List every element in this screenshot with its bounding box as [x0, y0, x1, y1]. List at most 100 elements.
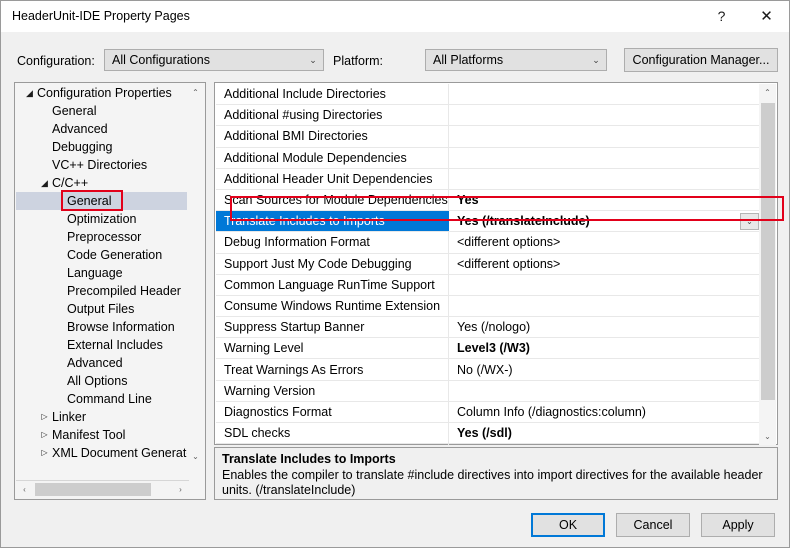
property-value[interactable]: No (/WX-) — [450, 359, 761, 379]
property-name: Additional #using Directories — [216, 105, 449, 126]
property-value[interactable]: <different options> — [450, 254, 761, 274]
tree-item-vc-directories[interactable]: VC++ Directories — [16, 156, 189, 174]
property-value[interactable]: Yes (/nologo) — [450, 317, 761, 337]
scroll-up-icon[interactable]: ⌃ — [187, 84, 204, 101]
configuration-manager-button[interactable]: Configuration Manager... — [624, 48, 778, 72]
property-row[interactable]: Debug Information Format <different optio… — [216, 232, 761, 254]
tree-item-language[interactable]: Language — [16, 264, 189, 282]
property-name: Scan Sources for Module Dependencies — [216, 189, 449, 211]
tree-item-label: General — [67, 193, 112, 208]
property-row[interactable]: Warning Level Level3 (/W3) — [216, 338, 761, 360]
tree-item-debugging[interactable]: Debugging — [16, 138, 189, 156]
property-value[interactable]: Level3 (/W3) — [450, 338, 761, 358]
twisty-collapsed-icon[interactable]: ▷ — [37, 413, 52, 421]
property-value[interactable]: Column Info (/diagnostics:column) — [450, 402, 761, 422]
property-value[interactable] — [450, 148, 761, 168]
property-row[interactable]: Additional #using Directories — [216, 105, 761, 127]
tree-item-advanced[interactable]: Advanced — [16, 354, 189, 372]
tree-item-advanced[interactable]: Advanced — [16, 120, 189, 138]
chevron-down-icon[interactable]: ⌄ — [740, 213, 759, 231]
property-row[interactable]: Suppress Startup Banner Yes (/nologo) — [216, 317, 761, 339]
tree-item-output-files[interactable]: Output Files — [16, 300, 189, 318]
platform-value: All Platforms — [433, 53, 504, 67]
property-row[interactable]: SDL checks Yes (/sdl) — [216, 423, 761, 445]
tree-item-optimization[interactable]: Optimization — [16, 210, 189, 228]
tree-item-xml-document-generator[interactable]: ▷ XML Document Generator — [16, 444, 189, 462]
property-row[interactable]: Additional BMI Directories — [216, 126, 761, 148]
property-row[interactable]: Additional Module Dependencies — [216, 147, 761, 169]
property-row[interactable]: Warning Version — [216, 380, 761, 402]
configuration-toolbar: Configuration: All Configurations ⌄ Plat… — [1, 32, 789, 76]
configuration-tree[interactable]: ◢ Configuration Properties General Advanced… — [16, 84, 189, 465]
scroll-up-icon[interactable]: ⌃ — [759, 84, 776, 101]
tree-item-label: All Options — [67, 373, 128, 388]
tree-item-browse-information[interactable]: ▷Browse Information — [16, 462, 189, 466]
tree-item-linker[interactable]: ▷ Linker — [16, 408, 189, 426]
property-value[interactable] — [450, 444, 761, 445]
tree-horizontal-scrollbar[interactable]: ‹ › — [16, 480, 189, 498]
property-value[interactable] — [450, 126, 761, 146]
ok-button[interactable]: OK — [531, 513, 605, 537]
property-value[interactable]: <different options> — [450, 232, 761, 252]
tree-item-command-line[interactable]: Command Line — [16, 390, 189, 408]
property-row[interactable]: Multi-processor Compilation — [216, 444, 761, 445]
property-name: Warning Level — [216, 338, 449, 359]
grid-vertical-scrollbar[interactable]: ⌃ ⌄ — [759, 84, 776, 445]
property-row[interactable]: Translate Includes to Imports Yes (/trans… — [216, 211, 761, 233]
tree-item-external-includes[interactable]: External Includes — [16, 336, 189, 354]
property-value[interactable]: Yes (/translateInclude) — [450, 211, 761, 232]
property-row[interactable]: Support Just My Code Debugging <different… — [216, 253, 761, 275]
tree-vertical-scrollbar[interactable]: ⌃ ⌄ — [187, 84, 204, 465]
tree-item-manifest-tool[interactable]: ▷ Manifest Tool — [16, 426, 189, 444]
tree-item-precompiled-header[interactable]: Precompiled Header — [16, 282, 189, 300]
tree-item-c-c[interactable]: ◢ C/C++ — [16, 174, 189, 192]
tree-item-configuration-properties[interactable]: ◢ Configuration Properties — [16, 84, 189, 102]
configuration-dropdown[interactable]: All Configurations ⌄ — [104, 49, 324, 71]
property-name: Multi-processor Compilation — [216, 444, 449, 445]
apply-button[interactable]: Apply — [701, 513, 775, 537]
close-button[interactable]: ✕ — [744, 1, 789, 31]
property-row[interactable]: Scan Sources for Module Dependencies Yes — [216, 189, 761, 212]
tree-item-general[interactable]: General — [16, 192, 189, 210]
scroll-down-icon[interactable]: ⌄ — [759, 428, 776, 445]
grid-vscroll-thumb[interactable] — [761, 103, 775, 400]
property-value[interactable]: Yes (/sdl) — [450, 423, 761, 443]
platform-dropdown[interactable]: All Platforms ⌄ — [425, 49, 607, 71]
property-row[interactable]: Common Language RunTime Support — [216, 274, 761, 296]
tree-item-all-options[interactable]: All Options — [16, 372, 189, 390]
tree-item-general[interactable]: General — [16, 102, 189, 120]
property-value[interactable] — [450, 296, 761, 316]
property-row[interactable]: Treat Warnings As Errors No (/WX-) — [216, 359, 761, 381]
property-value[interactable] — [450, 169, 761, 189]
property-row[interactable]: Diagnostics Format Column Info (/diagnost… — [216, 401, 761, 423]
scroll-down-icon[interactable]: ⌄ — [187, 448, 204, 465]
window-title: HeaderUnit-IDE Property Pages — [12, 9, 190, 23]
description-pane: Translate Includes to Imports Enables th… — [214, 447, 778, 500]
tree-hscroll-thumb[interactable] — [35, 483, 151, 496]
property-row[interactable]: Consume Windows Runtime Extension — [216, 295, 761, 318]
tree-item-browse-information[interactable]: Browse Information — [16, 318, 189, 336]
property-value[interactable] — [450, 84, 761, 104]
property-value[interactable] — [450, 381, 761, 401]
twisty-expanded-icon[interactable]: ◢ — [37, 178, 52, 188]
property-value[interactable] — [450, 105, 761, 125]
twisty-collapsed-icon[interactable]: ▷ — [37, 449, 52, 457]
property-name: Additional Header Unit Dependencies — [216, 168, 449, 189]
property-value[interactable] — [450, 275, 761, 295]
property-name: Treat Warnings As Errors — [216, 359, 449, 380]
cancel-button[interactable]: Cancel — [616, 513, 690, 537]
property-grid[interactable]: Additional Include Directories Additional… — [216, 84, 761, 445]
twisty-expanded-icon[interactable]: ◢ — [22, 88, 37, 98]
property-name: Additional Module Dependencies — [216, 147, 449, 168]
tree-item-preprocessor[interactable]: Preprocessor — [16, 228, 189, 246]
scrollbar-corner — [187, 481, 204, 498]
scroll-left-icon[interactable]: ‹ — [16, 481, 33, 498]
help-button[interactable]: ? — [699, 1, 744, 31]
twisty-collapsed-icon[interactable]: ▷ — [37, 431, 52, 439]
property-row[interactable]: Additional Include Directories — [216, 84, 761, 106]
property-value[interactable]: Yes — [450, 190, 761, 210]
property-row[interactable]: Additional Header Unit Dependencies — [216, 168, 761, 190]
tree-item-code-generation[interactable]: Code Generation — [16, 246, 189, 264]
platform-label: Platform: — [333, 54, 384, 68]
description-text: Enables the compiler to translate #inclu… — [222, 468, 763, 497]
